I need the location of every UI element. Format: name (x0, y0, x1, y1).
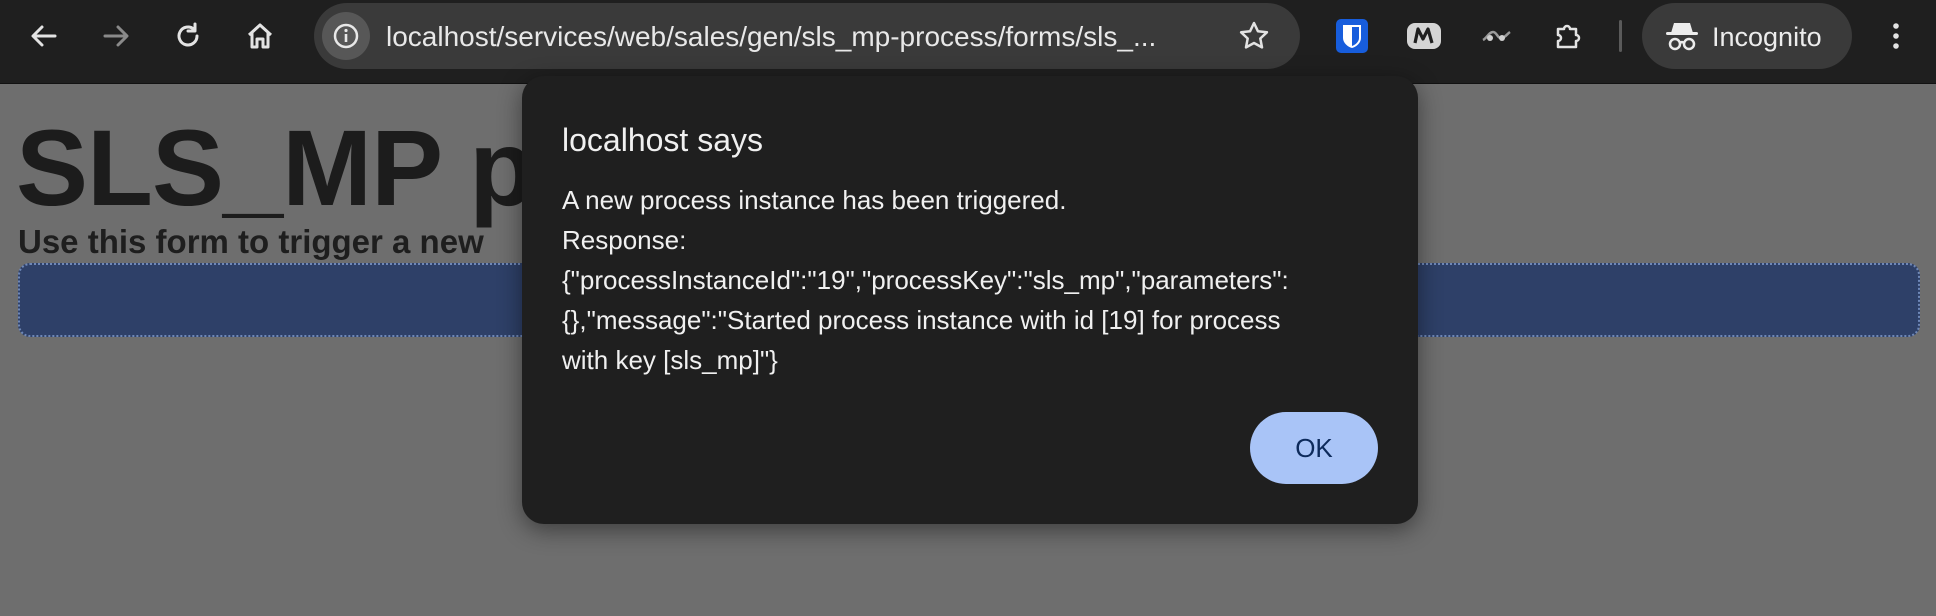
reload-icon (177, 22, 199, 47)
incognito-indicator[interactable]: Incognito (1642, 3, 1852, 69)
dialog-message-line: {"processInstanceId":"19","processKey":"… (562, 265, 1289, 295)
reload-button[interactable] (166, 14, 210, 58)
m-extension-button[interactable] (1404, 16, 1444, 56)
home-icon (247, 23, 273, 49)
browser-menu-button[interactable] (1876, 14, 1916, 58)
back-button[interactable] (22, 14, 66, 58)
dialog-message-line: {},"message":"Started process instance w… (562, 305, 1281, 335)
glasses-extension-icon (1482, 30, 1511, 42)
incognito-icon (1666, 23, 1698, 51)
browser-toolbar: localhost/services/web/sales/gen/sls_mp-… (0, 0, 1936, 84)
address-bar[interactable]: localhost/services/web/sales/gen/sls_mp-… (314, 3, 1300, 69)
home-button[interactable] (238, 14, 282, 58)
bookmark-button[interactable] (1236, 18, 1272, 54)
dialog-message: A new process instance has been triggere… (562, 180, 1382, 380)
alert-dialog: localhost says A new process instance ha… (522, 76, 1418, 524)
dialog-title: localhost says (562, 122, 763, 158)
toolbar-separator (1619, 20, 1622, 52)
puzzle-icon (1556, 24, 1581, 49)
page-subtitle: Use this form to trigger a new (18, 223, 484, 260)
ok-button[interactable]: OK (1250, 412, 1378, 484)
extensions-button[interactable] (1548, 16, 1588, 56)
info-icon (333, 23, 359, 49)
dialog-message-line: Response: (562, 225, 687, 255)
star-icon (1239, 21, 1269, 49)
incognito-label: Incognito (1712, 22, 1822, 52)
page-title: SLS_MP p (16, 107, 535, 228)
url-text[interactable]: localhost/services/web/sales/gen/sls_mp-… (386, 21, 1226, 53)
glasses-extension-button[interactable] (1476, 16, 1516, 56)
forward-button[interactable] (94, 14, 138, 58)
forward-arrow-icon (103, 25, 129, 47)
dialog-message-line: A new process instance has been triggere… (562, 185, 1067, 215)
bitwarden-icon (1336, 19, 1368, 53)
bitwarden-extension-button[interactable] (1332, 16, 1372, 56)
more-vertical-icon (1893, 23, 1899, 49)
dialog-message-line: with key [sls_mp]"} (562, 345, 778, 375)
back-arrow-icon (31, 25, 57, 47)
site-info-button[interactable] (322, 12, 370, 60)
m-extension-icon (1407, 23, 1441, 49)
